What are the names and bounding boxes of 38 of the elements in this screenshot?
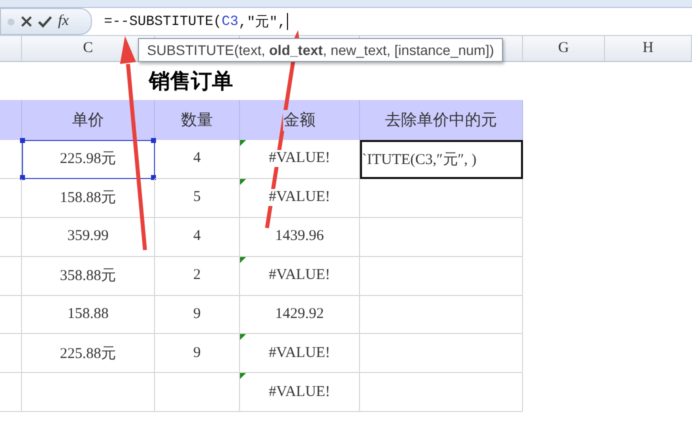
column-header[interactable]: H xyxy=(605,36,692,62)
table-header: 去除单价中的元 xyxy=(384,110,498,130)
table-cell[interactable]: #VALUE! xyxy=(240,140,360,179)
table-cell[interactable]: 225.88元 xyxy=(22,334,155,374)
column-header[interactable]: G xyxy=(523,36,605,62)
table-cell[interactable]: #VALUE! xyxy=(240,334,360,374)
table-cell[interactable]: 225.98元 xyxy=(22,140,155,179)
error-indicator-icon xyxy=(240,334,246,340)
table-cell[interactable]: 9 xyxy=(155,296,240,334)
error-indicator-icon xyxy=(240,178,246,185)
error-indicator-icon xyxy=(240,140,246,146)
table-cell[interactable]: 1429.92 xyxy=(240,296,360,334)
circle-icon xyxy=(7,18,15,26)
table-cell[interactable]: 5 xyxy=(155,178,240,218)
table-cell[interactable]: 9 xyxy=(155,334,240,374)
sheet-title: 销售订单 xyxy=(148,68,234,95)
editing-cell[interactable]: `ITUTE(C3,″元″, ) xyxy=(360,140,523,179)
function-tooltip: SUBSTITUTE(text, old_text, new_text, [instance_num]) xyxy=(138,38,504,62)
table-cell[interactable]: #VALUE! xyxy=(240,178,360,218)
error-indicator-icon xyxy=(240,373,246,380)
table-cell[interactable]: 358.88元 xyxy=(22,256,155,296)
table-cell[interactable]: 158.88 xyxy=(22,296,155,334)
table-cell[interactable]: #VALUE! xyxy=(240,256,360,296)
table-cell[interactable]: 158.88元 xyxy=(22,178,155,218)
table-header: 金额 xyxy=(282,110,316,130)
table-cell[interactable]: 359.99 xyxy=(22,218,155,257)
table-cell[interactable]: 4 xyxy=(155,218,240,257)
table-cell[interactable]: 1439.96 xyxy=(240,218,360,257)
function-button[interactable]: fx xyxy=(58,13,69,30)
table-cell[interactable]: 2 xyxy=(155,256,240,296)
close-icon[interactable] xyxy=(21,16,32,27)
table-header: 数量 xyxy=(180,110,214,130)
check-icon[interactable] xyxy=(38,16,52,28)
error-indicator-icon xyxy=(240,256,246,263)
table-cell[interactable]: #VALUE! xyxy=(240,373,360,412)
table-header: 单价 xyxy=(71,110,105,130)
table-cell[interactable]: 4 xyxy=(155,140,240,179)
formula-field[interactable]: =--SUBSTITUTE(C3,″元″, xyxy=(92,8,692,35)
